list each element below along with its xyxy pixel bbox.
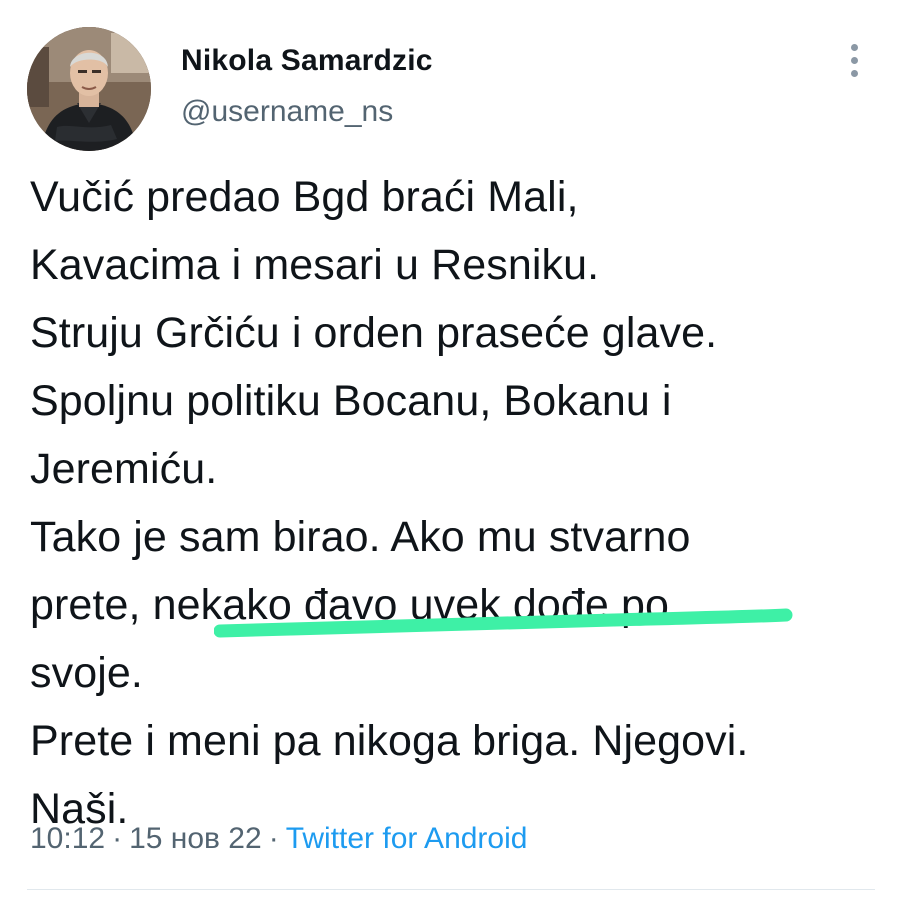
divider [27,889,875,890]
tweet-line: Kavacima i mesari u Resniku. [30,241,600,289]
avatar-photo [27,27,151,151]
meta-separator: · [268,822,279,855]
meta-separator: · [112,822,123,855]
tweet-line: svoje. [30,649,143,697]
tweet-line: Tako je sam birao. Ako mu stvarno [30,513,691,561]
tweet-time[interactable]: 10:12 [30,822,105,855]
tweet-line: Prete i meni pa nikoga briga. Njegovi. [30,717,749,765]
more-vertical-icon[interactable] [842,44,866,84]
tweet-line: Struju Grčiću i orden praseće glave. [30,309,718,357]
tweet-source-link[interactable]: Twitter for Android [286,822,528,855]
user-handle[interactable]: @username_ns [181,95,393,129]
tweet-card: Nikola Samardzic @username_ns Vučić pred… [0,0,900,897]
display-name[interactable]: Nikola Samardzic [181,44,433,78]
tweet-line: prete, nekako đavo uvek dođe po [30,581,670,629]
tweet-line: Spoljnu politiku Bocanu, Bokanu i [30,377,672,425]
tweet-text: Vučić predao Bgd braći Mali, Kavacima i … [30,163,875,843]
tweet-meta: 10:12 · 15 нов 22 · Twitter for Android [30,822,527,856]
avatar[interactable] [27,27,151,151]
tweet-line: Jeremiću. [30,445,218,493]
tweet-line: Vučić predao Bgd braći Mali, [30,173,579,221]
tweet-date[interactable]: 15 нов 22 [129,822,262,855]
